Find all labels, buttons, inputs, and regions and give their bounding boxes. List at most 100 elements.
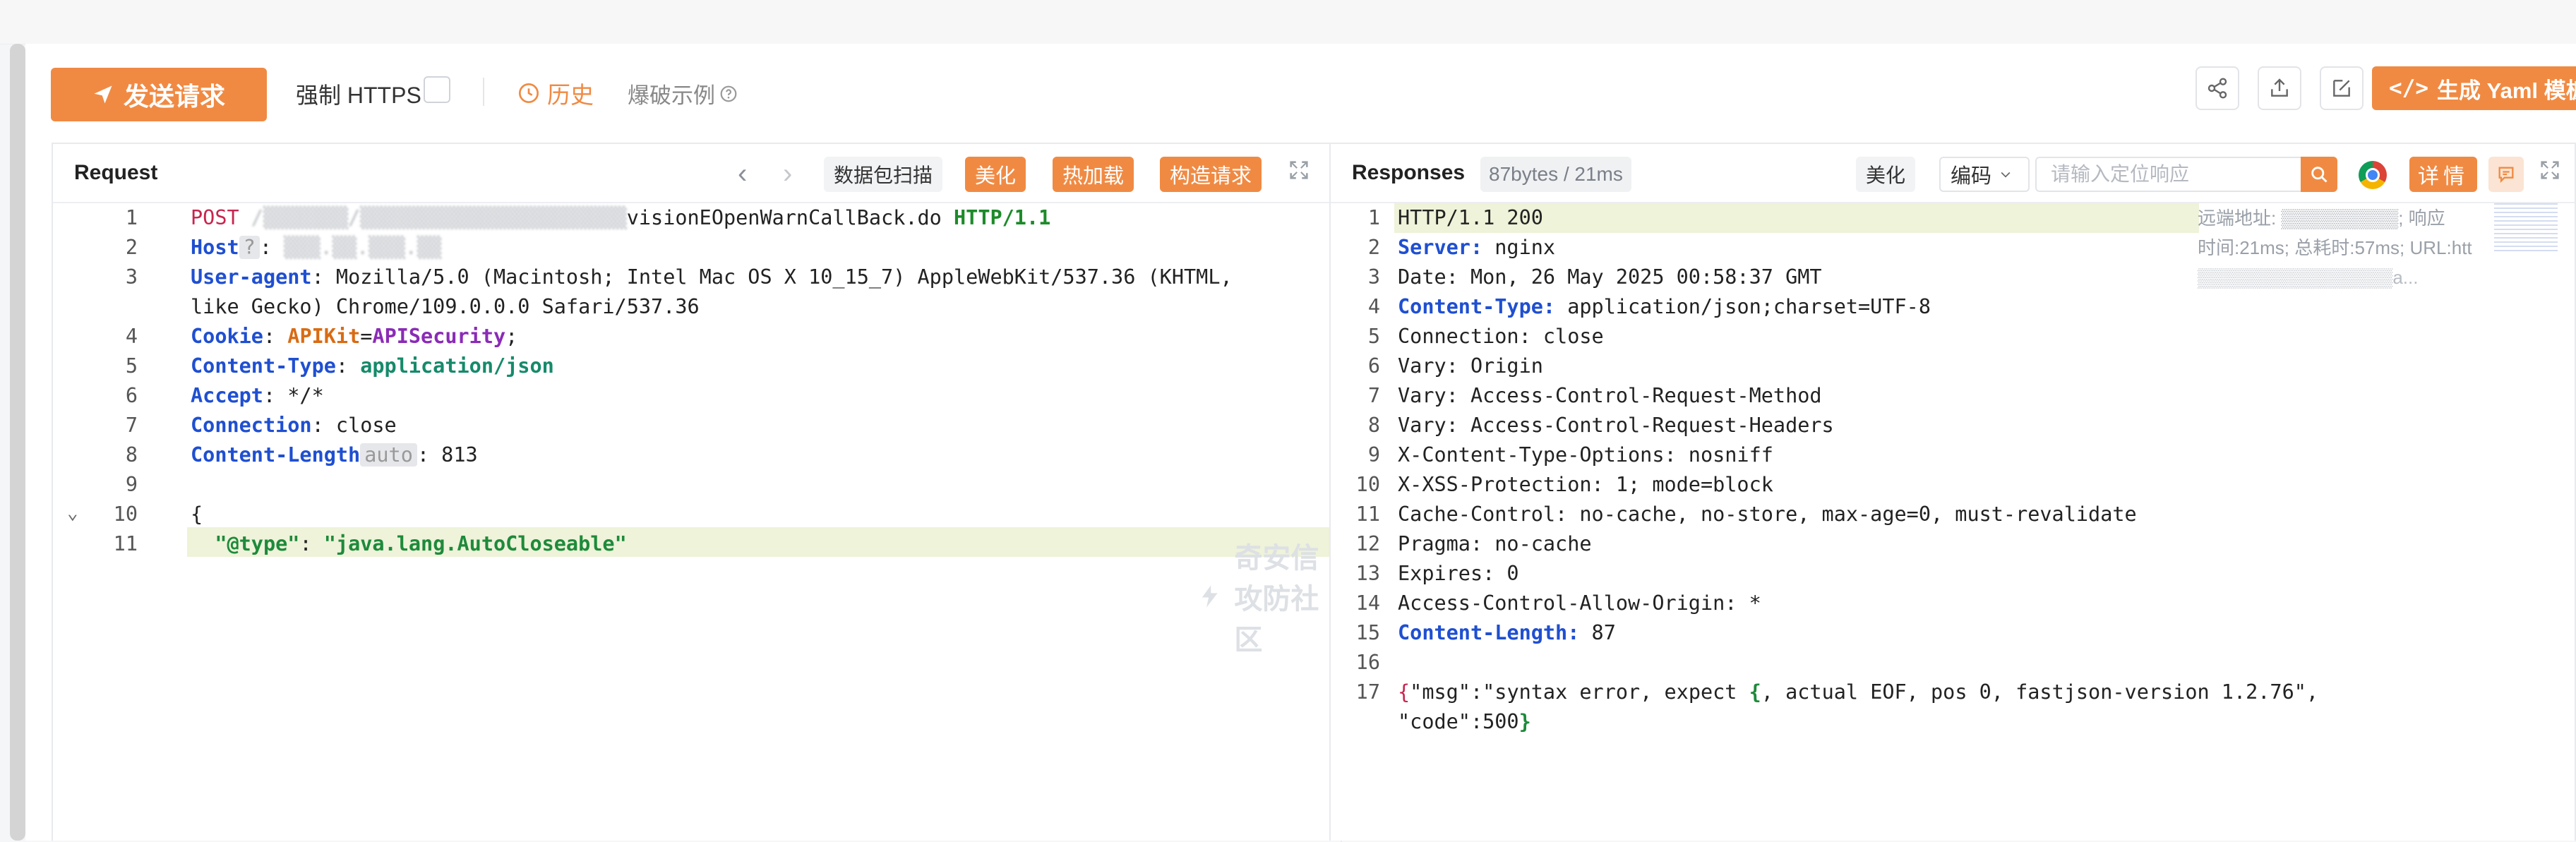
code-text: X-XSS-Protection: 1; mode=block — [1398, 470, 1773, 500]
line-number: 8 — [1367, 414, 1380, 437]
code-token: { — [1749, 680, 1761, 704]
code-text: X-Content-Type-Options: nosniff — [1398, 440, 1773, 470]
code-token: Vary: Access-Control-Request-Method — [1398, 384, 1822, 407]
code-text: Connection: close — [191, 411, 397, 440]
code-text: Connection: close — [1398, 322, 1604, 351]
generate-yaml-button[interactable]: </> 生成 Yaml 模板 — [2372, 66, 2576, 110]
code-token: Vary: Origin — [1398, 354, 1543, 378]
code-token: { — [1398, 680, 1410, 704]
code-token: User-agent — [191, 265, 312, 289]
code-line: "code":500} — [1331, 707, 2575, 737]
locate-response-input[interactable] — [2035, 157, 2302, 192]
line-number: 16 — [1355, 651, 1380, 674]
request-editor[interactable]: ⌄ 奇安信攻防社区 1 POST /▒▒▒▒▒▒▒/▒▒▒▒▒▒▒▒▒▒▒▒▒▒▒… — [53, 203, 1340, 841]
code-token: HTTP/1.1 — [954, 206, 1051, 229]
hot-load-button[interactable]: 热加载 — [1053, 157, 1134, 192]
line-number: 13 — [1355, 562, 1380, 585]
line-number: 7 — [125, 414, 138, 437]
http-request-tool: 发送请求 强制 HTTPS 历史 爆破示例 </> 生成 Yaml 模板 Req — [25, 44, 2576, 842]
code-token: auto — [360, 443, 417, 467]
response-size-badge: 87bytes / 21ms — [1480, 157, 1631, 192]
code-token: Accept — [191, 384, 263, 407]
encode-select[interactable]: 编码 — [1939, 157, 2030, 192]
line-number: 15 — [1355, 621, 1380, 644]
code-text: Content-Length auto: 813 — [191, 440, 478, 470]
send-request-button[interactable]: 发送请求 — [51, 68, 267, 121]
code-line: 7 Vary: Access-Control-Request-Method — [1331, 381, 2575, 411]
comment-button[interactable] — [2488, 157, 2524, 192]
edit-icon — [2333, 80, 2350, 97]
code-token: Cookie — [191, 325, 263, 348]
code-line: 4 Content-Type: application/json;charset=… — [1331, 292, 2575, 322]
help-circle-icon — [720, 85, 737, 102]
request-beautify-button[interactable]: 美化 — [965, 157, 1026, 192]
brute-example-link[interactable]: 爆破示例 — [628, 78, 738, 109]
code-token: : close — [311, 414, 397, 437]
code-token: : — [335, 354, 361, 378]
code-token: nginx — [1482, 236, 1556, 259]
line-number: 1 — [1367, 206, 1380, 229]
code-token: Content-Length: — [1398, 621, 1580, 644]
code-text: Content-Length: 87 — [1398, 618, 1616, 648]
chevron-right-icon[interactable]: › — [783, 160, 792, 188]
code-text: User-agent: Mozilla/5.0 (Macintosh; Inte… — [191, 263, 1233, 292]
expand-icon[interactable] — [1287, 158, 1311, 186]
left-scrollbar[interactable] — [10, 44, 25, 841]
code-line: 11 "@type": "java.lang.AutoCloseable" — [53, 529, 1340, 559]
code-token: = — [360, 325, 373, 348]
code-token: "code":500 — [1398, 710, 1519, 733]
request-panel: Request ‹ › 数据包扫描 美化 热加载 构造请求 ⌄ 奇安信攻防社区 … — [52, 143, 1367, 842]
history-button[interactable]: 历史 — [517, 76, 594, 110]
line-number: 11 — [1355, 503, 1380, 526]
force-https-checkbox[interactable] — [424, 76, 450, 103]
code-line: 2 Host?: ▒▒▒.▒▒.▒▒▒.▒▒ — [53, 233, 1340, 263]
build-request-button[interactable]: 构造请求 — [1160, 157, 1262, 192]
code-token: Content-Type: — [1398, 295, 1556, 318]
code-token: HTTP/1.1 200 — [1398, 206, 1543, 229]
code-line: like Gecko) Chrome/109.0.0.0 Safari/537.… — [53, 292, 1340, 322]
code-token: Connection — [191, 414, 312, 437]
code-line: 15 Content-Length: 87 — [1331, 618, 2575, 648]
response-expand-icon[interactable] — [2538, 158, 2562, 186]
export-button[interactable] — [2258, 66, 2301, 110]
edit-button[interactable] — [2320, 66, 2364, 110]
packet-scan-button[interactable]: 数据包扫描 — [824, 157, 943, 192]
toolbar: 发送请求 强制 HTTPS 历史 爆破示例 </> 生成 Yaml 模板 — [25, 44, 2576, 143]
comment-icon — [2498, 167, 2514, 184]
code-text: { — [191, 500, 203, 529]
code-token: Server: — [1398, 236, 1483, 259]
line-number: 14 — [1355, 591, 1380, 615]
chrome-icon[interactable] — [2359, 161, 2387, 189]
code-line: 12 Pragma: no-cache — [1331, 529, 2575, 559]
code-token: Date: Mon, 26 May 2025 00:58:37 GMT — [1398, 265, 1822, 289]
history-label: 历史 — [547, 82, 594, 108]
code-line: 9 — [53, 470, 1340, 500]
chevron-left-icon[interactable]: ‹ — [738, 160, 747, 188]
code-token: APIKit — [287, 325, 361, 348]
detail-button[interactable]: 详情 — [2409, 157, 2477, 192]
code-token: application/json — [360, 354, 554, 378]
code-token: Vary: Access-Control-Request-Headers — [1398, 414, 1834, 437]
line-number: 5 — [125, 354, 138, 378]
code-token: visionEOpenWarnCallBack.do — [626, 206, 954, 229]
code-token: : 813 — [417, 443, 478, 467]
code-line: 10 { — [53, 500, 1340, 529]
response-beautify-button[interactable]: 美化 — [1856, 157, 1916, 192]
search-icon — [2311, 167, 2328, 183]
response-viewer[interactable]: 远端地址: ▒▒▒▒▒▒▒▒▒; 响应 时间:21ms; 总耗时:57ms; U… — [1331, 203, 2575, 841]
line-number: 10 — [1355, 473, 1380, 496]
generate-yaml-label: 生成 Yaml 模板 — [2437, 78, 2576, 103]
code-token: Cache-Control: no-cache, no-store, max-a… — [1398, 503, 2137, 526]
code-text: Cache-Control: no-cache, no-store, max-a… — [1398, 500, 2137, 529]
code-token: : — [263, 325, 288, 348]
code-icon: </> — [2389, 76, 2428, 101]
locate-search-button[interactable] — [2301, 157, 2337, 192]
window-top-strip — [0, 0, 2576, 44]
share-button[interactable] — [2195, 66, 2239, 110]
code-token: Host — [191, 236, 239, 259]
force-https-label: 强制 HTTPS — [296, 83, 421, 108]
code-text: Date: Mon, 26 May 2025 00:58:37 GMT — [1398, 263, 1822, 292]
code-text: "code":500} — [1398, 707, 1531, 737]
line-number: 9 — [125, 473, 138, 496]
